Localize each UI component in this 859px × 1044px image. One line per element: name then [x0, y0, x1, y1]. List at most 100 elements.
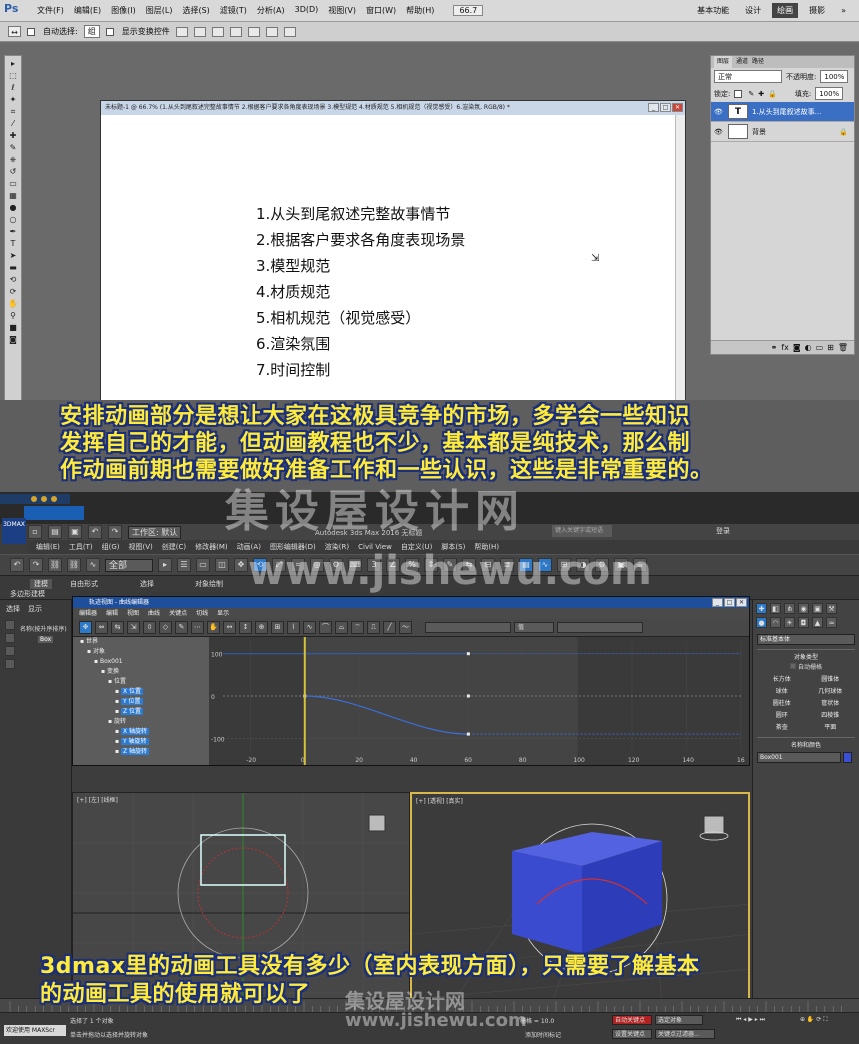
max-menu-item[interactable]: 渲染(R) [325, 540, 349, 554]
workspace-dropdown[interactable]: 工作区: 默认 [128, 525, 182, 539]
layer-row[interactable]: 👁 背景 🔒 [711, 122, 854, 142]
tree-node[interactable]: ▪ Box001 [73, 657, 209, 667]
name-color-rollout[interactable]: 名称和颜色 [757, 737, 855, 749]
max-menu-item[interactable]: 图形编辑器(D) [270, 540, 316, 554]
quick-mask-icon[interactable]: ◙ [7, 334, 20, 345]
align-top-icon[interactable] [175, 26, 188, 37]
playback-controls[interactable]: ⏮ ◂ ▶ ▸ ⏭ [736, 1016, 765, 1024]
select-scale-icon[interactable]: ⤢ [272, 558, 286, 572]
max-menu-item[interactable]: Civil View [358, 540, 392, 554]
login-button[interactable]: 登录 [716, 526, 730, 536]
ribbon-tab-0[interactable]: 建模 [30, 579, 52, 589]
ps-menu-item[interactable]: 帮助(H) [401, 5, 439, 16]
ribbon-sub-label[interactable]: 多边形建模 [10, 589, 45, 599]
ps-menu-item[interactable]: 滤镜(T) [215, 5, 252, 16]
workspace-1[interactable]: 设计 [740, 3, 766, 18]
object-type-rollout[interactable]: 对象类型 [757, 649, 855, 661]
viewport-left-label[interactable]: [+] [左] [线框] [77, 795, 118, 804]
select-manip-icon[interactable]: ⚙ [329, 558, 343, 572]
blur-tool-icon[interactable]: ● [7, 202, 20, 213]
value-field[interactable] [557, 622, 643, 633]
ps-menu-item[interactable]: 图像(I) [106, 5, 141, 16]
spacewarps-icon[interactable]: ≈ [826, 617, 837, 628]
mirror-icon[interactable]: ⇆ [462, 558, 476, 572]
lock-move-icon[interactable]: ✚ [758, 90, 764, 98]
align-bottom-icon[interactable] [211, 26, 224, 37]
ps-menu-item[interactable]: 3D(D) [290, 5, 324, 16]
undo-icon[interactable]: ↶ [10, 558, 24, 572]
redo-icon[interactable]: ↷ [29, 558, 43, 572]
tangent-fast-icon[interactable]: ⌓ [335, 621, 348, 634]
crop-tool-icon[interactable]: ⌗ [7, 106, 20, 117]
tree-node[interactable]: ▪ Z 轴旋转 [73, 747, 209, 757]
brush-tool-icon[interactable]: ✎ [7, 142, 20, 153]
curve-editor-icon[interactable]: ∿ [538, 558, 552, 572]
redo-icon[interactable]: ↷ [108, 525, 122, 539]
scene-tab-select[interactable]: 选择 [6, 604, 20, 614]
3d-orbit-icon[interactable]: ⟳ [7, 286, 20, 297]
tree-node[interactable]: ▪ X 轴旋转 [73, 727, 209, 737]
curve-menu-item[interactable]: 显示 [217, 608, 229, 619]
ribbon-tab-1[interactable]: 自由形式 [70, 579, 98, 589]
object-button[interactable]: 管状体 [808, 698, 854, 709]
bind-spacewarp-icon[interactable]: ∿ [86, 558, 100, 572]
max-menu-item[interactable]: 修改器(M) [195, 540, 228, 554]
object-name-field[interactable]: Box001 [757, 752, 852, 763]
ribbon-tab-3[interactable]: 对象绘制 [195, 579, 223, 589]
snaps-icon[interactable]: 3 [367, 558, 381, 572]
rect-region-icon[interactable]: ▭ [196, 558, 210, 572]
shapes-icon[interactable]: ◠ [770, 617, 781, 628]
eye-icon[interactable]: 👁 [714, 108, 724, 116]
hand-tool-icon[interactable]: ✋ [7, 298, 20, 309]
zoom-region-icon[interactable]: ⊞ [271, 621, 284, 634]
tangent-slow-icon[interactable]: ⌔ [351, 621, 364, 634]
lock-all-icon[interactable]: 🔒 [768, 90, 777, 98]
auto-select-dropdown[interactable]: 组 [83, 25, 100, 38]
link-layers-icon[interactable]: ⚭ [771, 341, 778, 354]
opacity-field[interactable]: 100% [820, 70, 849, 83]
curve-graph[interactable]: 100 0 -100 -20 0 20 40 60 80 100 120 140 16 [209, 637, 749, 765]
curve-graph-svg[interactable]: 1000-100-20 0 20 40 60 80 100 120 140 16 [209, 637, 749, 765]
key-filters-button[interactable]: 关键点过滤器... [655, 1029, 715, 1039]
eye-icon[interactable]: 👁 [714, 128, 724, 136]
tree-node[interactable]: ▪ 对象 [73, 647, 209, 657]
ps-menu-item[interactable]: 编辑(E) [69, 5, 106, 16]
window-crossing-icon[interactable]: ◫ [215, 558, 229, 572]
move-keys-icon[interactable]: ⇔ [95, 621, 108, 634]
max-menu-item[interactable]: 动画(A) [237, 540, 261, 554]
align-vcenter-icon[interactable] [193, 26, 206, 37]
max-search-input[interactable]: 键入关键字或短语 [552, 525, 612, 537]
gradient-tool-icon[interactable]: ▦ [7, 190, 20, 201]
max-menu-item[interactable]: 视图(V) [129, 540, 153, 554]
max-menu-item[interactable]: 工具(T) [69, 540, 93, 554]
pan-icon[interactable]: ✋ [207, 621, 220, 634]
shape-tool-icon[interactable]: ▬ [7, 262, 20, 273]
tree-node[interactable]: ▪ 变换 [73, 667, 209, 677]
ps-menu-item[interactable]: 图层(L) [141, 5, 178, 16]
layer-style-icon[interactable]: fx [781, 341, 789, 354]
curve-minimize-button[interactable]: _ [712, 598, 723, 607]
create-tab-icon[interactable]: ✚ [756, 603, 767, 614]
healing-brush-icon[interactable]: ✚ [7, 130, 20, 141]
slide-keys-icon[interactable]: ⇆ [111, 621, 124, 634]
max-menu-item[interactable]: 脚本(S) [441, 540, 465, 554]
motion-tab-icon[interactable]: ◉ [798, 603, 809, 614]
tangent-step-icon[interactable]: ⎍ [367, 621, 380, 634]
curve-menu-item[interactable]: 视图 [127, 608, 139, 619]
object-button[interactable]: 球体 [759, 686, 805, 697]
geometry-icon[interactable]: ● [756, 617, 767, 628]
auto-select-checkbox[interactable] [27, 27, 35, 36]
ps-menu-item[interactable]: 窗口(W) [361, 5, 401, 16]
clone-stamp-icon[interactable]: ⎈ [7, 154, 20, 165]
curve-maximize-button[interactable]: □ [724, 598, 735, 607]
workspace-3[interactable]: 摄影 [804, 3, 830, 18]
max-menu-item[interactable]: 帮助(H) [474, 540, 499, 554]
tree-node[interactable]: ▪ 位置 [73, 677, 209, 687]
undo-icon[interactable]: ↶ [88, 525, 102, 539]
object-button[interactable]: 几何球体 [808, 686, 854, 697]
align-icon[interactable]: ⊟ [481, 558, 495, 572]
object-button[interactable]: 平面 [808, 722, 854, 733]
workspace-2[interactable]: 绘画 [772, 3, 799, 18]
curve-menu-item[interactable]: 切线 [196, 608, 208, 619]
delete-layer-icon[interactable]: 🗑 [838, 341, 848, 354]
